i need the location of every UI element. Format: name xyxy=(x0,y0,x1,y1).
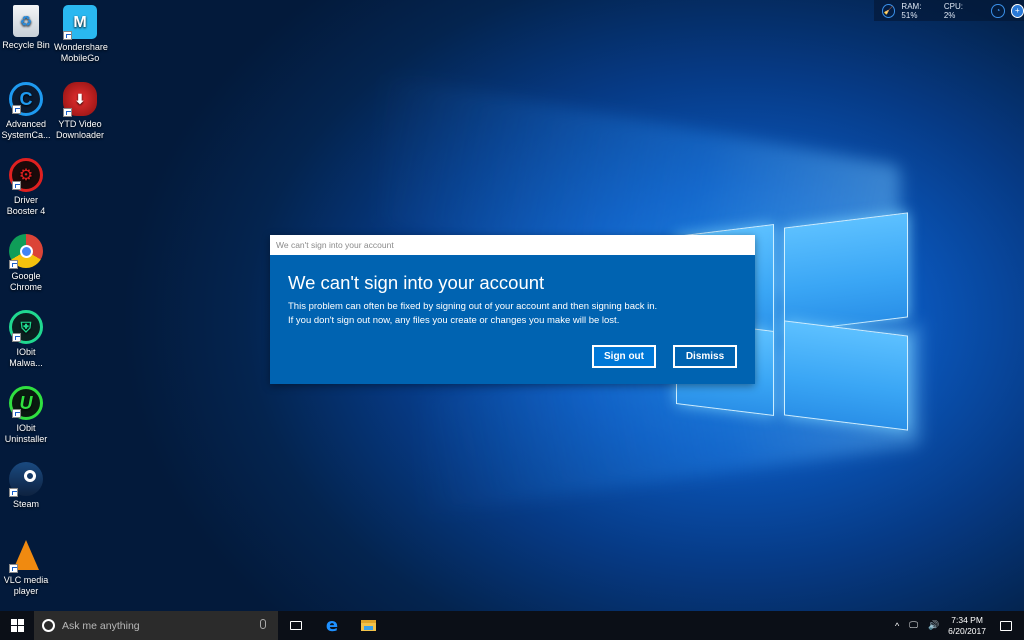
desktop-icon-label: IObit Malwa... xyxy=(9,347,43,368)
iobit-malware-fighter-icon: ⛨ xyxy=(9,310,43,344)
chrome-icon xyxy=(9,234,43,269)
vlc-icon xyxy=(9,538,43,573)
start-button[interactable] xyxy=(0,611,34,640)
mobilego-icon: M xyxy=(63,5,97,40)
dialog-message-line: If you don't sign out now, any files you… xyxy=(288,315,620,326)
iobit-uninstaller-icon: U xyxy=(9,386,43,420)
steam-icon xyxy=(9,462,43,497)
clock[interactable]: 7:34 PM 6/20/2017 xyxy=(944,615,996,637)
desktop-icon-iobit-uninstaller[interactable]: U IObit Uninstaller xyxy=(0,386,52,445)
desktop-icon-recycle-bin[interactable]: ♻ Recycle Bin xyxy=(0,5,52,51)
desktop-icon-driver-booster[interactable]: ⚙ Driver Booster 4 xyxy=(0,158,52,217)
plus-icon[interactable]: + xyxy=(1010,3,1024,18)
task-view-button[interactable] xyxy=(278,611,314,640)
desktop-icon-label: Google Chrome xyxy=(9,271,42,292)
advanced-systemcare-icon: C xyxy=(9,82,43,116)
cpu-usage: CPU: 2% xyxy=(943,1,963,20)
network-icon[interactable]: 🖵 xyxy=(904,620,923,631)
clock-date: 6/20/2017 xyxy=(948,625,986,636)
dismiss-button[interactable]: Dismiss xyxy=(673,345,737,368)
desktop-icon-label: Wondershare MobileGo xyxy=(54,42,108,63)
dialog-message-line: This problem can often be fixed by signi… xyxy=(288,301,658,312)
cortana-search-box[interactable]: Ask me anything xyxy=(34,611,278,640)
desktop-icon-steam[interactable]: Steam xyxy=(0,462,52,510)
taskbar: Ask me anything e ^ 🖵 🔊 7:34 PM 6/20/201… xyxy=(0,611,1024,640)
dialog-titlebar[interactable]: We can't sign into your account xyxy=(270,235,755,255)
cleaner-broom-icon[interactable]: 🧹 xyxy=(882,3,896,18)
cortana-icon xyxy=(42,619,55,632)
dialog-message: This problem can often be fixed by signi… xyxy=(288,300,755,328)
ytd-video-downloader-icon: ⬇ xyxy=(63,82,97,117)
volume-icon[interactable]: 🔊 xyxy=(923,620,944,631)
chevron-up-icon[interactable]: ^ xyxy=(890,621,904,631)
speedometer-icon[interactable]: ◔ xyxy=(991,3,1005,18)
edge-icon: e xyxy=(325,615,339,636)
folder-icon xyxy=(360,620,376,631)
desktop-icon-label: Steam xyxy=(12,499,39,509)
recycle-bin-icon: ♻ xyxy=(13,5,39,37)
search-placeholder: Ask me anything xyxy=(62,619,140,632)
task-view-icon xyxy=(290,621,302,630)
desktop-icon-label: YTD Video Downloader xyxy=(55,119,105,140)
desktop-icon-iobit-malware[interactable]: ⛨ IObit Malwa... xyxy=(0,310,52,369)
desktop-icon-label: IObit Uninstaller xyxy=(4,423,48,444)
microphone-icon[interactable] xyxy=(260,619,266,629)
desktop-icon-chrome[interactable]: Google Chrome xyxy=(0,234,52,293)
driver-booster-icon: ⚙ xyxy=(9,158,43,192)
system-monitor-widget[interactable]: 🧹 RAM: 51% CPU: 2% ◔ + xyxy=(874,0,1024,21)
windows-logo-icon xyxy=(10,619,24,632)
clock-time: 7:34 PM xyxy=(951,614,983,625)
desktop-icon-label: VLC media player xyxy=(3,575,49,596)
sign-out-button[interactable]: Sign out xyxy=(592,345,656,368)
system-tray: ^ 🖵 🔊 7:34 PM 6/20/2017 xyxy=(890,611,1024,640)
desktop-icon-vlc[interactable]: VLC media player xyxy=(0,538,52,597)
desktop-icon-label: Advanced SystemCa... xyxy=(1,119,51,140)
dialog-heading: We can't sign into your account xyxy=(288,272,545,293)
ram-usage: RAM: 51% xyxy=(901,1,922,20)
sign-in-error-dialog: We can't sign into your account We can't… xyxy=(270,235,755,384)
edge-taskbar-button[interactable]: e xyxy=(314,611,350,640)
action-center-icon[interactable] xyxy=(1000,620,1012,631)
file-explorer-taskbar-button[interactable] xyxy=(350,611,386,640)
desktop-icon-label: Driver Booster 4 xyxy=(6,195,46,216)
desktop-icon-ytd[interactable]: ⬇ YTD Video Downloader xyxy=(54,82,106,141)
desktop-icon-label: Recycle Bin xyxy=(2,40,50,50)
desktop-icon-advanced-systemcare[interactable]: C Advanced SystemCa... xyxy=(0,82,52,141)
desktop-icon-mobilego[interactable]: M Wondershare MobileGo xyxy=(54,5,108,64)
